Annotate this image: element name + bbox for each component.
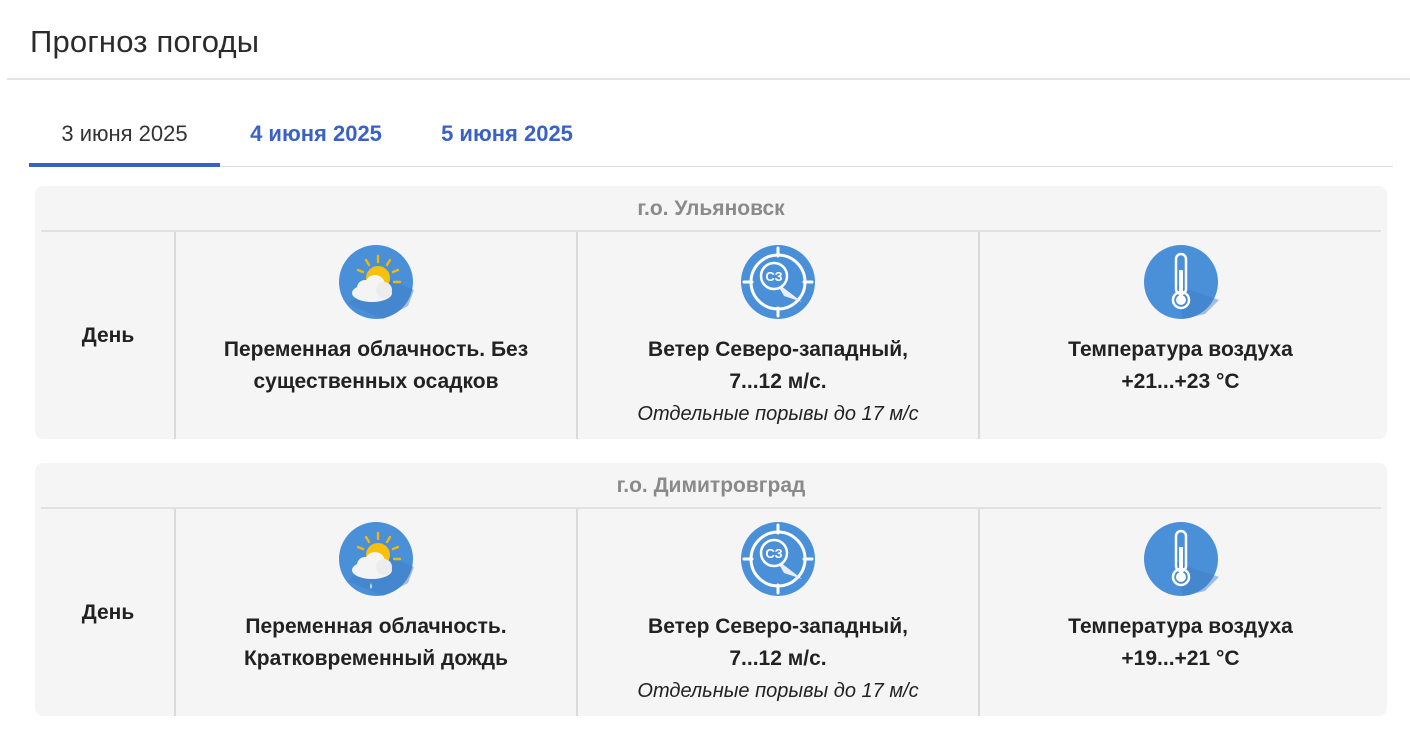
title-divider (7, 78, 1410, 80)
tab-4-june[interactable]: 4 июня 2025 (220, 100, 412, 167)
wind-gust-note: Отдельные порывы до 17 м/с (637, 403, 919, 425)
thermometer-icon (1143, 244, 1219, 320)
weather-line-2: Кратковременный дождь (243, 647, 509, 670)
weather-cell: Переменная облачность. Кратковременный д… (176, 509, 576, 716)
wind-line-1: Ветер Северо-западный, (648, 338, 908, 361)
forecast-row: День (41, 232, 1381, 439)
wind-gust-note: Отдельные порывы до 17 м/с (637, 680, 919, 702)
weather-line-2: существенных осадков (253, 370, 499, 393)
wind-line-1: Ветер Северо-западный, (648, 615, 908, 638)
wind-line-2: 7...12 м/с. (729, 647, 827, 670)
active-tab-indicator (29, 163, 220, 167)
wind-direction-code: СЗ (765, 546, 782, 561)
temperature-description: Температура воздуха +21...+23 °С (980, 334, 1381, 398)
tab-3-june[interactable]: 3 июня 2025 (29, 100, 220, 167)
wind-cell: СЗ Ветер Северо-западный, 7...12 м/с. От… (578, 232, 978, 439)
wind-cell: СЗ Ветер Северо-западный, 7...12 м/с. От… (578, 509, 978, 716)
weather-cell: Переменная облачность. Без существенных … (176, 232, 576, 439)
forecast-card-dimitrovgrad: г.о. Димитровград День Переменная облачн… (35, 463, 1387, 716)
thermometer-icon (1143, 521, 1219, 597)
weather-description: Переменная облачность. Без существенных … (176, 334, 576, 398)
partly-cloudy-rain-icon (338, 521, 414, 597)
temperature-cell: Температура воздуха +21...+23 °С (980, 232, 1381, 439)
wind-description: Ветер Северо-западный, 7...12 м/с. Отдел… (578, 611, 978, 707)
tab-label: 4 июня 2025 (250, 120, 382, 146)
date-tabs: 3 июня 2025 4 июня 2025 5 июня 2025 (29, 100, 1393, 167)
partly-cloudy-icon (338, 244, 414, 320)
wind-direction-code: СЗ (765, 269, 782, 284)
city-name: г.о. Димитровград (616, 473, 806, 497)
period-label: День (81, 600, 135, 624)
temperature-line-1: Температура воздуха (1068, 615, 1293, 638)
forecast-card-ulyanovsk: г.о. Ульяновск День Переменная облачност… (35, 186, 1387, 439)
tab-5-june[interactable]: 5 июня 2025 (412, 100, 602, 167)
period-label: День (81, 323, 135, 347)
wind-compass-icon: СЗ (740, 244, 816, 320)
tab-label: 5 июня 2025 (441, 120, 573, 146)
forecast-row: День (41, 509, 1381, 716)
temperature-line-2: +19...+21 °С (1121, 647, 1240, 670)
weather-line-1: Переменная облачность. Без (223, 338, 529, 361)
wind-line-2: 7...12 м/с. (729, 370, 827, 393)
temperature-cell: Температура воздуха +19...+21 °С (980, 509, 1381, 716)
tab-label: 3 июня 2025 (61, 120, 188, 146)
weather-line-1: Переменная облачность. (245, 615, 507, 638)
page-title: Прогноз погоды (30, 24, 260, 59)
city-name: г.о. Ульяновск (637, 196, 785, 220)
weather-description: Переменная облачность. Кратковременный д… (176, 611, 576, 675)
temperature-line-1: Температура воздуха (1068, 338, 1293, 361)
wind-compass-icon: СЗ (740, 521, 816, 597)
temperature-description: Температура воздуха +19...+21 °С (980, 611, 1381, 675)
wind-description: Ветер Северо-западный, 7...12 м/с. Отдел… (578, 334, 978, 430)
temperature-line-2: +21...+23 °С (1121, 370, 1240, 393)
